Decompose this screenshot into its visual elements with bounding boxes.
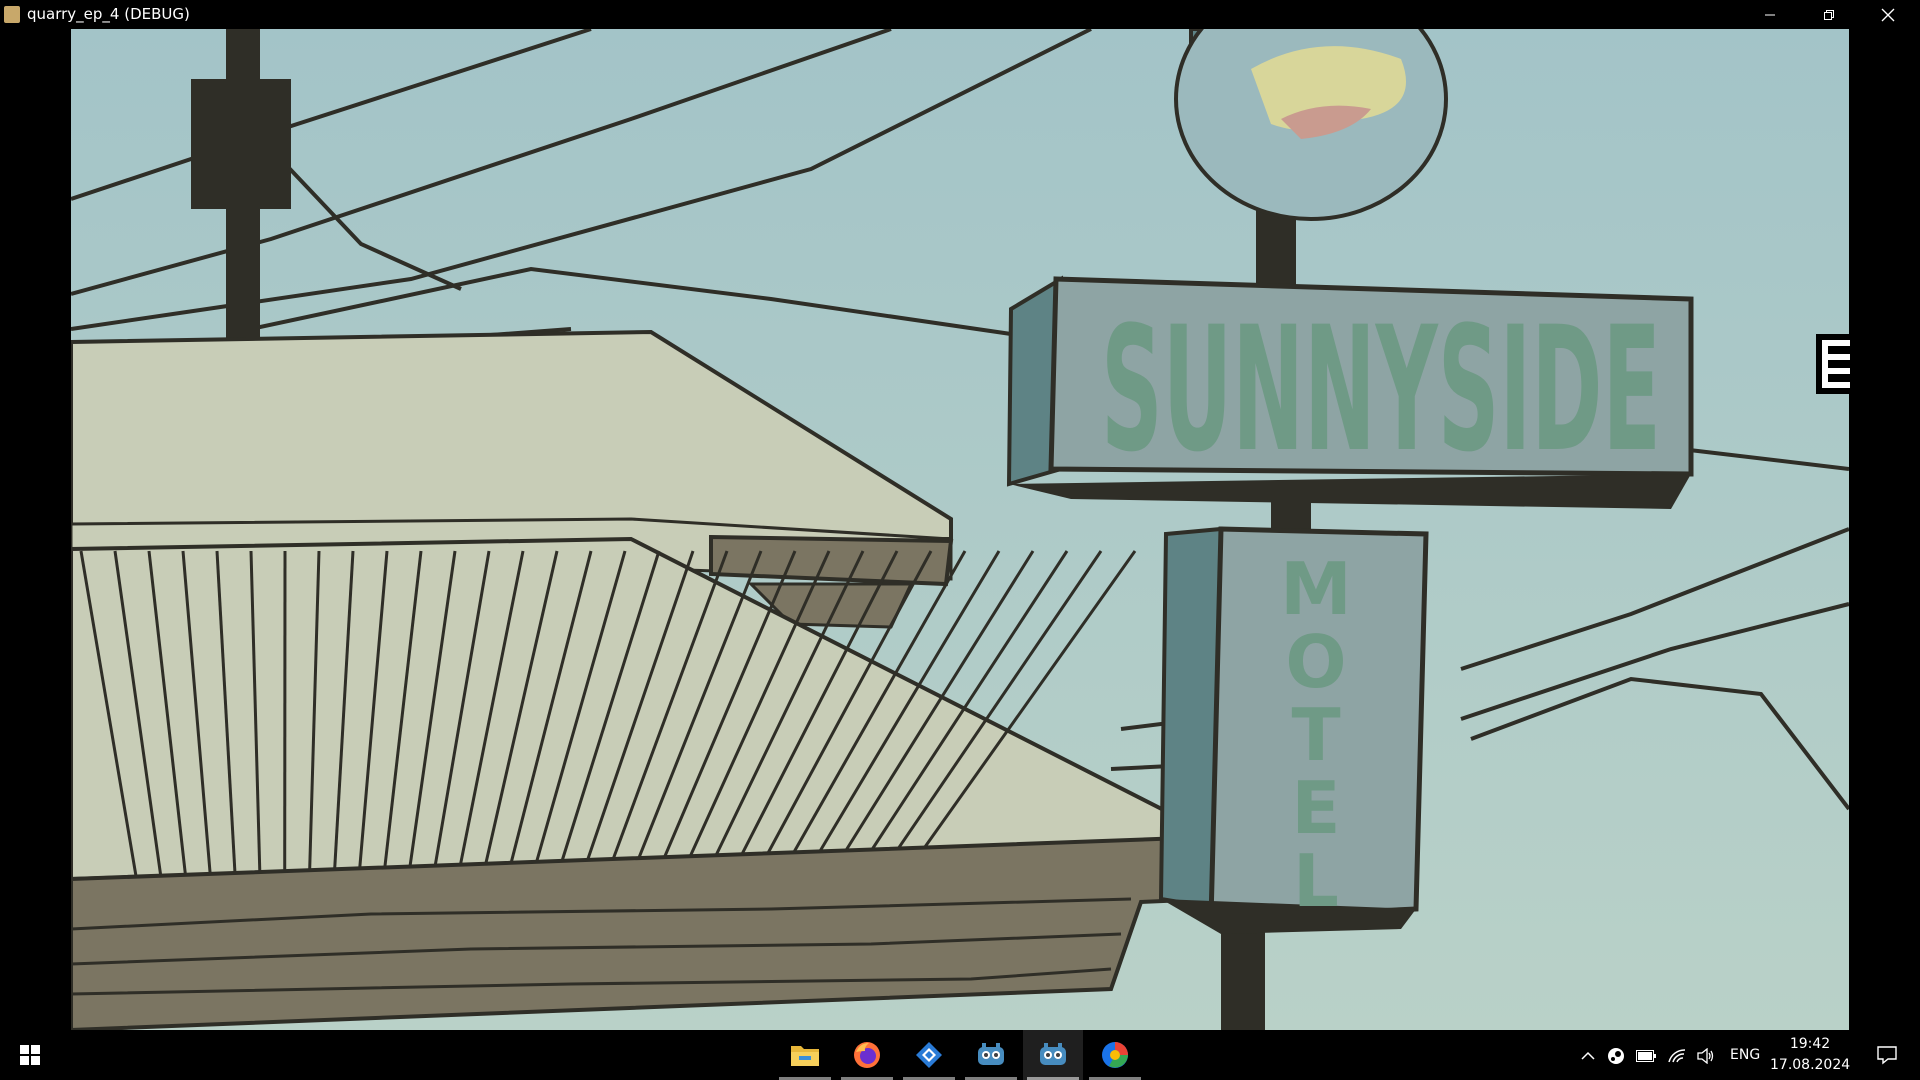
wifi-icon [1668, 1049, 1686, 1063]
tray-overflow-button[interactable] [1578, 1046, 1598, 1066]
godot-debug-icon [1040, 1043, 1066, 1065]
store-app-icon [916, 1042, 942, 1068]
tray-steam[interactable] [1606, 1046, 1626, 1066]
taskbar-godot-debug[interactable] [1023, 1030, 1083, 1080]
notification-icon [1877, 1046, 1897, 1065]
action-center-button[interactable] [1862, 1030, 1912, 1080]
file-explorer-icon [791, 1046, 819, 1066]
window-titlebar[interactable]: quarry_ep_4 (DEBUG) [0, 0, 1920, 29]
windows-start-icon [20, 1045, 40, 1065]
sign-motel-letter: E [1291, 766, 1340, 850]
game-viewport[interactable]: SUNNYSIDE MOTEL [71, 29, 1849, 1030]
restore-button[interactable] [1800, 0, 1858, 29]
mouse-cursor-icon [1816, 334, 1850, 394]
godot-icon [978, 1043, 1004, 1065]
desktop: quarry_ep_4 (DEBUG) SUNNYSIDE M O T E L … [0, 0, 1920, 1080]
taskbar-godot[interactable] [961, 1030, 1021, 1080]
taskbar-browser[interactable] [1085, 1030, 1145, 1080]
start-button[interactable] [0, 1030, 60, 1080]
sign-connector [1271, 499, 1311, 529]
language-indicator[interactable]: ENG [1730, 1046, 1760, 1064]
browser-ring-icon [1102, 1042, 1128, 1068]
taskbar-store-app[interactable] [899, 1030, 959, 1080]
speaker-icon [1697, 1048, 1714, 1064]
app-icon [4, 6, 20, 23]
pole-transformer [191, 79, 291, 209]
tray-battery[interactable] [1636, 1046, 1656, 1066]
scene-canvas: SUNNYSIDE MOTEL [71, 29, 1849, 1030]
taskbar-firefox[interactable] [837, 1030, 897, 1080]
tray-volume[interactable] [1696, 1046, 1716, 1066]
tray-network[interactable] [1667, 1046, 1687, 1066]
close-button[interactable] [1859, 0, 1917, 29]
taskbar-file-explorer[interactable] [775, 1030, 835, 1080]
sign-motel-letter: T [1291, 693, 1340, 777]
taskbar: ENG 19:42 17.08.2024 [0, 1030, 1920, 1080]
roof-corner-beam [709, 534, 954, 587]
steam-icon [1608, 1048, 1624, 1064]
sign-motel-letter: M [1280, 547, 1352, 631]
sign-top-text: SUNNYSIDE [1101, 289, 1661, 490]
minimize-button[interactable] [1741, 0, 1799, 29]
minimize-icon [1765, 14, 1775, 15]
clock-time: 19:42 [1789, 1036, 1831, 1052]
close-icon [1881, 8, 1895, 21]
firefox-icon [854, 1042, 880, 1068]
restore-icon [1824, 9, 1834, 20]
battery-icon [1636, 1050, 1656, 1062]
sign-motel-letter: L [1293, 839, 1339, 923]
clock[interactable]: 19:42 17.08.2024 [1770, 1034, 1850, 1076]
window-title: quarry_ep_4 (DEBUG) [27, 5, 190, 23]
sign-pole-lower [1221, 929, 1265, 1030]
clock-date: 17.08.2024 [1770, 1057, 1851, 1073]
sign-motel-letter: O [1285, 620, 1346, 704]
chevron-up-icon [1581, 1051, 1595, 1060]
